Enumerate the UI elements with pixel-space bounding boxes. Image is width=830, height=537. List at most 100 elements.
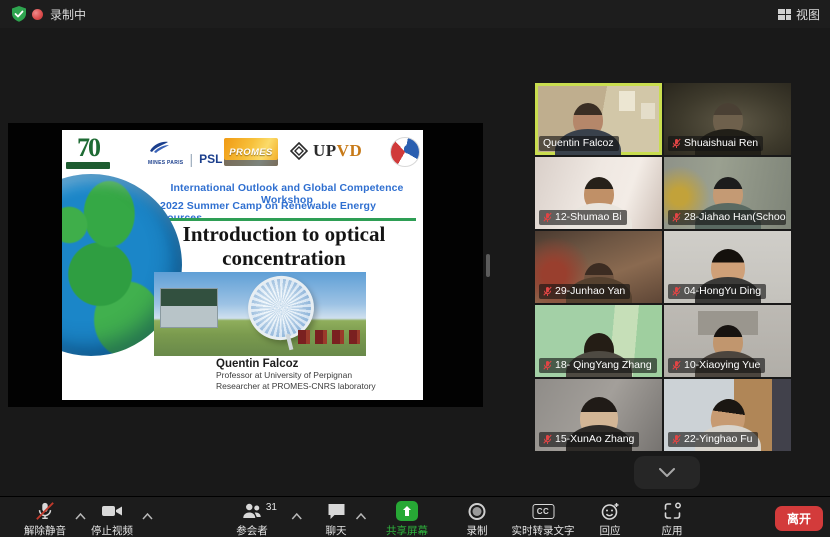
photo-building xyxy=(160,288,218,328)
video-tile[interactable]: 15-XunAo Zhang xyxy=(535,379,662,451)
participant-name: 22-Yinghao Fu xyxy=(684,433,753,445)
unmute-label: 解除静音 xyxy=(24,523,66,537)
muted-mic-icon xyxy=(543,286,552,297)
muted-mic-icon xyxy=(672,286,681,297)
participants-options-caret[interactable] xyxy=(291,507,302,525)
participant-name: 15-XunAo Zhang xyxy=(555,433,634,445)
presenter-role-2: Researcher at PROMES-CNRS laboratory xyxy=(216,381,376,392)
share-screen-button[interactable]: 共享屏幕 xyxy=(386,501,428,537)
video-tile[interactable]: Quentin Falcoz xyxy=(535,83,662,155)
view-button[interactable]: 视图 xyxy=(778,5,820,23)
anniversary-bar xyxy=(66,162,110,169)
live-transcription-button[interactable]: CC 实时转录文字 xyxy=(512,501,575,537)
participants-icon: 31 xyxy=(241,501,263,521)
participants-count: 31 xyxy=(266,502,277,513)
chevron-down-icon xyxy=(659,468,675,477)
video-tile[interactable]: 22-Yinghao Fu xyxy=(664,379,791,451)
mic-muted-icon xyxy=(35,501,55,521)
video-tile[interactable]: 29-Junhao Yan xyxy=(535,231,662,303)
logo-separator: | xyxy=(189,152,193,166)
video-tile[interactable]: 28-Jiahao Han(School ... xyxy=(664,157,791,229)
share-screen-icon xyxy=(396,501,418,521)
anniversary-70-text: 70 xyxy=(66,135,110,161)
audio-options-caret[interactable] xyxy=(75,507,86,525)
psl-label: PSL xyxy=(199,152,222,166)
view-label: 视图 xyxy=(796,6,820,23)
muted-mic-icon xyxy=(543,212,552,223)
presenter-role-1: Professor at University of Perpignan xyxy=(216,370,376,381)
security-shield-icon[interactable] xyxy=(10,5,28,23)
participant-name-badge: 04-HongYu Ding xyxy=(668,284,766,299)
promes-logo: PROMES xyxy=(224,138,278,166)
participant-name: Shuaishuai Ren xyxy=(684,137,758,149)
reactions-button[interactable]: 回应 xyxy=(600,501,621,537)
unmute-button[interactable]: 解除静音 xyxy=(24,501,66,537)
video-tile[interactable]: Shuaishuai Ren xyxy=(664,83,791,155)
slide-logos-row: 70 MINES PARIS | PSL ✶ PROMES UPVD xyxy=(62,133,423,177)
participant-name-badge: 22-Yinghao Fu xyxy=(668,432,758,447)
participant-name: 10-Xiaoying Yue xyxy=(684,359,760,371)
participant-name-badge: 15-XunAo Zhang xyxy=(539,432,639,447)
stop-video-button[interactable]: 停止视频 xyxy=(91,501,133,537)
university-round-logo xyxy=(390,137,420,167)
presentation-slide: 70 MINES PARIS | PSL ✶ PROMES UPVD In xyxy=(62,130,423,400)
participant-name-badge: 12-Shumao Bi xyxy=(539,210,627,225)
chat-button[interactable]: 聊天 xyxy=(326,501,347,537)
chat-options-caret[interactable] xyxy=(356,507,367,525)
promes-label: PROMES xyxy=(229,147,273,158)
live-transcription-label: 实时转录文字 xyxy=(512,523,575,537)
video-options-caret[interactable] xyxy=(142,507,153,525)
record-label: 录制 xyxy=(467,523,488,537)
participant-name: 12-Shumao Bi xyxy=(555,211,622,223)
stop-video-label: 停止视频 xyxy=(91,523,133,537)
shared-screen-area: 70 MINES PARIS | PSL ✶ PROMES UPVD In xyxy=(8,123,483,407)
chat-label: 聊天 xyxy=(326,523,347,537)
participant-name: 28-Jiahao Han(School ... xyxy=(684,211,786,223)
participants-label: 参会者 xyxy=(236,523,268,537)
reactions-label: 回应 xyxy=(600,523,621,537)
apps-label: 应用 xyxy=(662,523,683,537)
meeting-toolbar: 解除静音 停止视频 31 参会者 聊天 xyxy=(0,496,830,537)
participant-name-badge: 29-Junhao Yan xyxy=(539,284,630,299)
upvd-logo: UPVD xyxy=(290,141,362,161)
grid-view-icon xyxy=(778,8,791,21)
participant-name: 04-HongYu Ding xyxy=(684,285,761,297)
presenter-name: Quentin Falcoz xyxy=(216,358,376,370)
mines-psl-logo: MINES PARIS | PSL ✶ xyxy=(148,139,236,166)
recording-label: 录制中 xyxy=(50,6,86,23)
video-tile[interactable]: 10-Xiaoying Yue xyxy=(664,305,791,377)
upvd-diamond-icon xyxy=(290,142,308,160)
participant-name-badge: Shuaishuai Ren xyxy=(668,136,763,151)
upvd-up-text: UP xyxy=(313,141,337,160)
anniversary-70-logo: 70 xyxy=(66,135,110,169)
presenter-block: Quentin Falcoz Professor at University o… xyxy=(216,358,376,392)
participant-name-badge: 10-Xiaoying Yue xyxy=(668,358,765,373)
solar-concentrator-photo xyxy=(154,272,366,356)
video-tile[interactable]: 18- QingYang Zhang xyxy=(535,305,662,377)
muted-mic-icon xyxy=(543,434,552,445)
reactions-smiley-icon xyxy=(600,501,620,521)
muted-mic-icon xyxy=(672,212,681,223)
apps-button[interactable]: 应用 xyxy=(662,501,683,537)
muted-mic-icon xyxy=(672,360,681,371)
participant-name-badge: 28-Jiahao Han(School ... xyxy=(668,210,786,225)
video-tile[interactable]: 04-HongYu Ding xyxy=(664,231,791,303)
leave-meeting-button[interactable]: 离开 xyxy=(775,506,823,531)
record-button[interactable]: 录制 xyxy=(467,501,488,537)
panel-resize-handle[interactable] xyxy=(486,254,490,277)
top-bar: 录制中 视图 xyxy=(0,0,830,28)
share-screen-label: 共享屏幕 xyxy=(386,523,428,537)
participant-name-badge: 18- QingYang Zhang xyxy=(539,358,657,373)
participant-video-grid: Quentin Falcoz Shuaishuai Ren 12-Shumao … xyxy=(535,83,791,451)
recording-indicator[interactable]: 录制中 xyxy=(32,5,86,23)
green-divider-rule xyxy=(156,218,416,221)
upvd-vd-text: VD xyxy=(337,141,363,160)
participants-button[interactable]: 31 参会者 xyxy=(236,501,268,537)
more-participants-button[interactable] xyxy=(634,456,700,489)
recording-dot-icon[interactable] xyxy=(32,9,43,20)
slide-title-line1: Introduction to optical xyxy=(148,222,420,246)
participant-name: 29-Junhao Yan xyxy=(555,285,625,297)
mines-swoosh-icon xyxy=(148,139,170,155)
video-tile[interactable]: 12-Shumao Bi xyxy=(535,157,662,229)
muted-mic-icon xyxy=(672,138,681,149)
